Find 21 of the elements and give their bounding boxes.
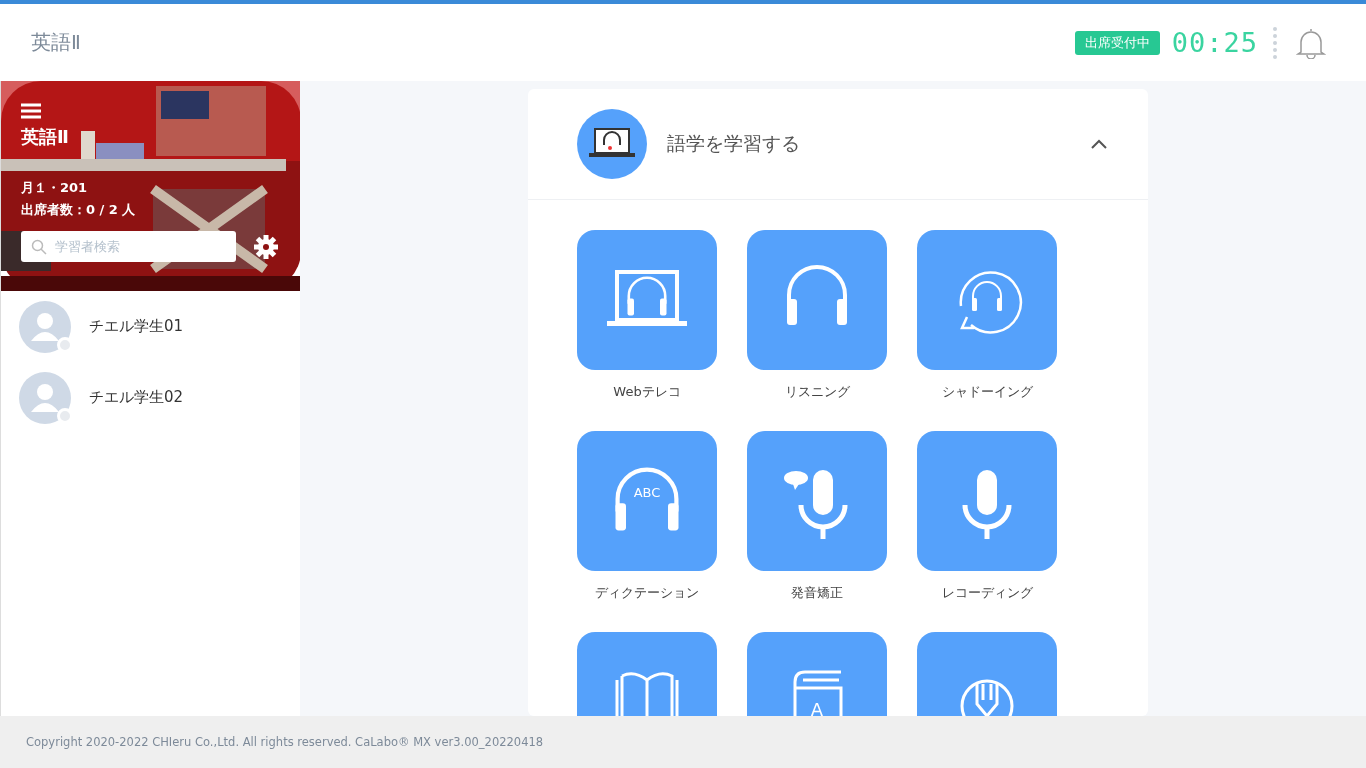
timer: 00:25 [1171, 27, 1258, 58]
student-name[interactable]: チエル学生02 [89, 388, 184, 407]
collapse-icon[interactable] [1090, 138, 1108, 150]
class-title: 英語Ⅱ [21, 125, 70, 149]
copyright-text: Copyright 2020-2022 CHIeru Co.,Ltd. All rights reserved. CaLabo® MX ver3.00_20220418 [26, 735, 544, 749]
page-title: 英語Ⅱ [31, 29, 82, 56]
student-name[interactable]: チエル学生01 [89, 317, 184, 336]
settings-icon[interactable] [254, 234, 278, 259]
attendance-count: 出席者数：0 / 2 人 [21, 201, 137, 219]
search-field[interactable]: 学習者検索 [21, 231, 236, 262]
search-icon [31, 239, 47, 255]
book-icon [615, 670, 679, 716]
avatar-icon [19, 371, 71, 424]
more-icon[interactable] [1272, 25, 1278, 60]
status-badge: 出席受付中 [1074, 30, 1160, 55]
menu-icon[interactable] [21, 103, 41, 119]
section-title: 語学を学習する [667, 131, 801, 156]
class-schedule: 月１・201 [21, 179, 89, 197]
bell-icon[interactable] [1296, 26, 1326, 59]
avatar-icon [19, 300, 71, 353]
laptop-headset-icon [577, 109, 647, 179]
